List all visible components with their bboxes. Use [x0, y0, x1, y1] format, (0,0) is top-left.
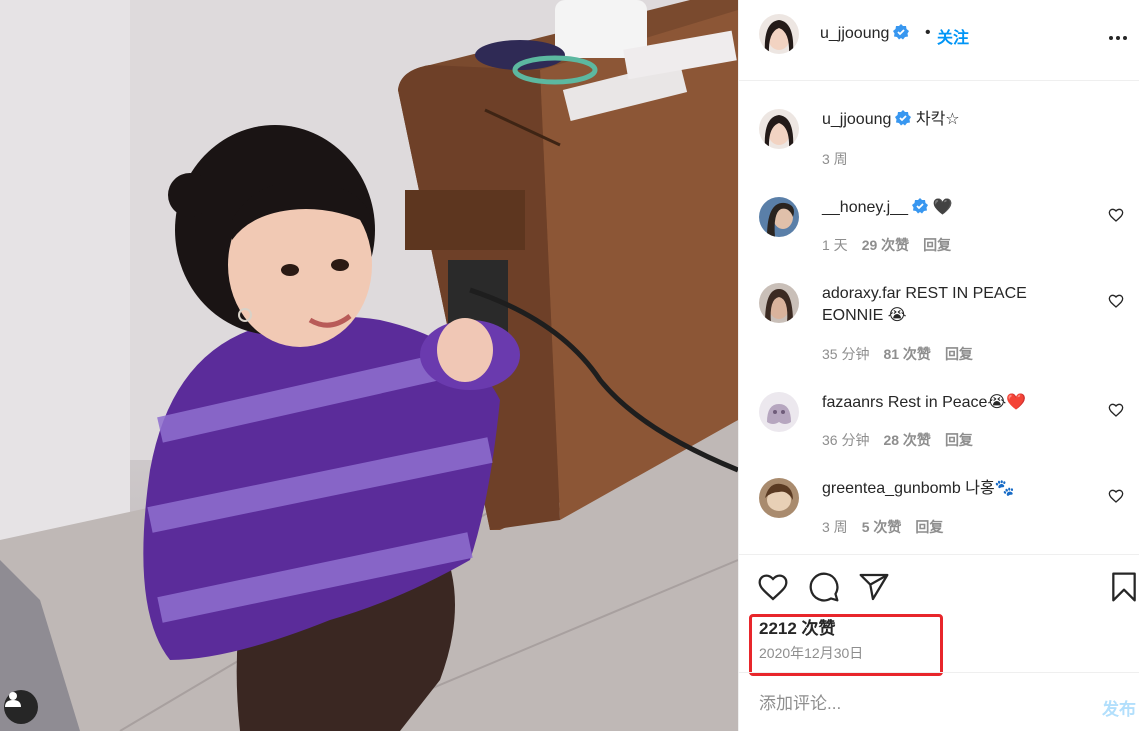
action-bar: 2212 次赞 2020年12月30日: [739, 554, 1139, 676]
comment-text: adoraxy.far REST IN PEACE EONNIE 😭: [822, 283, 1092, 327]
caption-meta: 3 周: [822, 149, 862, 169]
comment-avatar[interactable]: [759, 478, 799, 518]
likes-count[interactable]: 2212 次赞: [759, 614, 836, 639]
comment-username[interactable]: adoraxy.far: [822, 285, 901, 302]
comment-text: __honey.j__ 🖤: [822, 197, 1092, 219]
comment-avatar[interactable]: [759, 392, 799, 432]
post-date[interactable]: 2020年12月30日: [759, 643, 863, 663]
comment-input[interactable]: [759, 691, 1079, 717]
comment-time[interactable]: 1 天: [822, 237, 848, 253]
comment-body: 🖤: [932, 199, 953, 216]
comment-text: greentea_gunbomb 나홍🐾: [822, 478, 1092, 500]
comment-time[interactable]: 3 周: [822, 519, 848, 535]
caption-username[interactable]: u_jjooung: [822, 111, 891, 128]
comment-username[interactable]: __honey.j__: [822, 199, 908, 216]
comment-avatar[interactable]: [759, 197, 799, 237]
comment-time[interactable]: 35 分钟: [822, 346, 869, 362]
comment-likes[interactable]: 29 次赞: [862, 237, 909, 253]
separator-dot: •: [925, 24, 931, 41]
caption-time[interactable]: 3 周: [822, 151, 848, 167]
caption-text: u_jjooung 차칵☆: [822, 109, 1092, 131]
verified-badge-icon: [893, 24, 910, 40]
comment-body: 나홍🐾: [965, 480, 1015, 497]
heart-icon[interactable]: [1108, 402, 1124, 418]
follow-button[interactable]: 关注: [937, 24, 969, 48]
post-comment-button[interactable]: 发布: [1102, 695, 1136, 720]
author-username[interactable]: u_jjooung: [820, 24, 910, 43]
user-tag-icon[interactable]: [4, 690, 38, 724]
paper-plane-icon[interactable]: [858, 571, 890, 603]
heart-icon[interactable]: [1108, 207, 1124, 223]
comment-username[interactable]: fazaanrs: [822, 394, 883, 411]
post-photo[interactable]: [0, 0, 738, 731]
comment-body: Rest in Peace😭❤️: [887, 394, 1027, 411]
reply-button[interactable]: 回复: [923, 237, 951, 253]
caption-body: 차칵☆: [915, 111, 960, 128]
comment-likes[interactable]: 5 次赞: [862, 519, 902, 535]
bookmark-icon[interactable]: [1108, 571, 1139, 603]
reply-button[interactable]: 回复: [945, 432, 973, 448]
verified-badge-icon: [895, 110, 912, 126]
reply-button[interactable]: 回复: [945, 346, 973, 362]
reply-button[interactable]: 回复: [915, 519, 943, 535]
comment-meta: 3 周 5 次赞 回复: [822, 517, 957, 537]
comment-meta: 1 天 29 次赞 回复: [822, 235, 965, 255]
verified-badge-icon: [912, 198, 928, 214]
comment-time[interactable]: 36 分钟: [822, 432, 869, 448]
post-header: u_jjooung • 关注: [739, 0, 1139, 81]
comment-likes[interactable]: 81 次赞: [883, 346, 930, 362]
author-avatar[interactable]: [759, 14, 799, 54]
heart-icon[interactable]: [1108, 488, 1124, 504]
caption-avatar[interactable]: [759, 109, 799, 149]
comment-likes[interactable]: 28 次赞: [883, 432, 930, 448]
photo-illustration: [0, 0, 738, 731]
author-username-text[interactable]: u_jjooung: [820, 25, 889, 42]
post-panel: u_jjooung • 关注 u_jjooung 차칵☆ 3 周 __honey…: [738, 0, 1139, 731]
comment-meta: 36 分钟 28 次赞 回复: [822, 430, 987, 450]
comment-text: fazaanrs Rest in Peace😭❤️: [822, 392, 1092, 414]
comment-icon[interactable]: [808, 571, 840, 603]
heart-icon[interactable]: [1108, 293, 1124, 309]
more-options-icon[interactable]: [1106, 26, 1130, 50]
comment-username[interactable]: greentea_gunbomb: [822, 480, 961, 497]
comment-meta: 35 分钟 81 次赞 回复: [822, 344, 987, 364]
add-comment-bar: 发布: [739, 672, 1139, 731]
comment-avatar[interactable]: [759, 283, 799, 323]
heart-icon[interactable]: [757, 571, 789, 603]
